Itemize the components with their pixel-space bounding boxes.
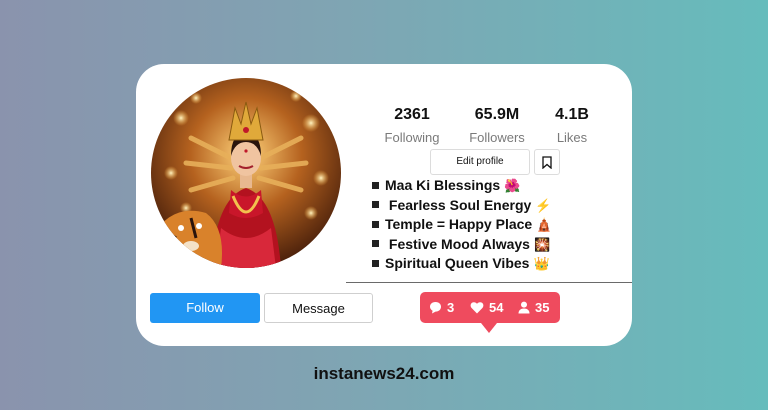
person-icon <box>518 301 530 314</box>
bookmark-icon <box>542 155 552 169</box>
likes-count: 4.1B <box>555 106 589 123</box>
divider <box>346 282 632 283</box>
bullet-square-icon <box>372 181 379 189</box>
edit-profile-button[interactable]: Edit profile <box>430 149 530 175</box>
hibiscus-emoji-icon: 🌺 <box>504 178 521 193</box>
likes-notification: 54 <box>470 292 503 323</box>
sparkler-emoji-icon: 🎇 <box>533 236 551 252</box>
stat-likes[interactable]: 4.1B Likes <box>532 106 612 145</box>
bio-line: Temple = Happy Place 🛕 <box>372 215 612 235</box>
bookmark-button[interactable] <box>534 149 560 175</box>
followers-notification-count: 35 <box>535 300 550 315</box>
bio-line: Maa Ki Blessings 🌺 <box>372 176 612 196</box>
bio-line: Festive Mood Always 🎇 <box>372 235 612 255</box>
following-label: Following <box>384 130 440 145</box>
followers-label: Followers <box>469 130 525 145</box>
lightning-emoji-icon: ⚡ <box>535 197 552 213</box>
notification-tail <box>481 323 497 333</box>
likes-notification-count: 54 <box>489 300 504 315</box>
stat-following[interactable]: 2361 Following <box>372 106 452 145</box>
followers-count: 65.9M <box>474 106 520 123</box>
temple-emoji-icon: 🛕 <box>536 217 553 232</box>
follow-button[interactable]: Follow <box>150 293 260 323</box>
profile-bio: Maa Ki Blessings 🌺 Fearless Soul Energy ⚡ … <box>372 176 612 274</box>
bullet-square-icon <box>372 240 379 248</box>
bullet-square-icon <box>372 259 379 267</box>
profile-card: 2361 Following 65.9M Followers 4.1B Like… <box>136 64 632 346</box>
goddess-portrait-image <box>151 78 341 268</box>
bullet-square-icon <box>372 201 379 209</box>
heart-icon <box>470 302 484 314</box>
bio-line: Fearless Soul Energy ⚡ <box>372 196 612 216</box>
comments-count: 3 <box>447 300 455 315</box>
comments-notification: 3 <box>429 292 454 323</box>
profile-avatar[interactable] <box>151 78 341 268</box>
following-count: 2361 <box>394 106 430 123</box>
website-caption: instanews24.com <box>313 364 455 383</box>
followers-notification: 35 <box>518 292 549 323</box>
comment-icon <box>430 302 441 314</box>
crown-emoji-icon: 👑 <box>533 256 550 271</box>
likes-label: Likes <box>556 130 588 145</box>
stat-followers[interactable]: 65.9M Followers <box>457 106 537 145</box>
message-button[interactable]: Message <box>264 293 373 323</box>
activity-notification-badge[interactable]: 3 54 35 <box>420 292 560 323</box>
profile-stats: 2361 Following 65.9M Followers 4.1B Like… <box>372 106 612 146</box>
bio-line: Spiritual Queen Vibes 👑 <box>372 254 612 274</box>
bullet-square-icon <box>372 220 379 228</box>
